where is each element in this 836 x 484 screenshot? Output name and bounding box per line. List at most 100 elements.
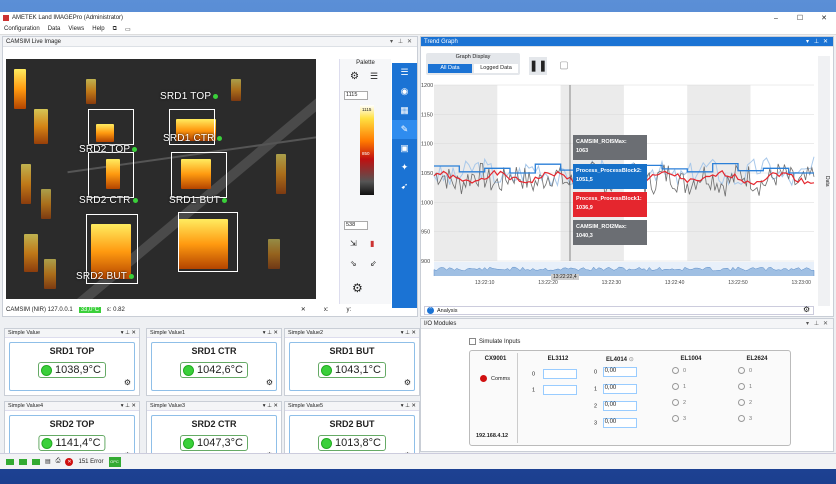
simple-value-header-title: Simple Value1 — [150, 330, 186, 336]
palette-bottom-input[interactable]: 538 — [344, 221, 368, 230]
x-axis-ticks: 13:22:10 13:22:20 13:22:30 13:22:40 13:22:50… — [475, 280, 811, 286]
simple-value-settings-icon[interactable]: ⚙ — [404, 378, 411, 387]
el1004-radio[interactable] — [672, 399, 679, 406]
analysis-settings-icon[interactable]: ⚙ — [803, 305, 810, 314]
menu-data[interactable]: Data — [48, 26, 61, 32]
el1004-row: 2 — [672, 399, 686, 406]
simple-value-menu-icon[interactable]: ▾ ⊥ ✕ — [401, 403, 416, 409]
image-icon[interactable]: ▣ — [392, 139, 417, 158]
y-tick-label: 900 — [421, 259, 430, 265]
unlink-icon[interactable]: ⇙ — [370, 259, 377, 268]
el1004-radio[interactable] — [672, 367, 679, 374]
link-icon[interactable]: ⇘ — [350, 259, 357, 268]
data-side-tab[interactable]: Data — [818, 56, 830, 306]
menu-views[interactable]: Views — [68, 26, 84, 32]
simple-value-menu-icon[interactable]: ▾ ⊥ ✕ — [121, 403, 136, 409]
el2624-radio[interactable] — [738, 367, 745, 374]
grid-icon[interactable]: ▦ — [392, 101, 417, 120]
marker-icon[interactable]: ✦ — [392, 158, 417, 177]
el3112-ch1-input[interactable] — [542, 385, 577, 395]
close-button[interactable]: ✕ — [812, 14, 836, 22]
analysis-toggle-icon[interactable]: ⌃ — [427, 307, 434, 314]
print-icon[interactable]: ⎙ — [56, 458, 61, 465]
el4014-ch-input[interactable]: 0,00 — [602, 367, 637, 377]
trend-close-icon[interactable]: ✕ — [821, 38, 830, 45]
simple-value-label: SRD1 TOP — [49, 346, 95, 356]
simple-value-menu-icon[interactable]: ▾ ⊥ ✕ — [401, 330, 416, 336]
menu-icon[interactable]: ☰ — [392, 63, 417, 82]
window-title: AMETEK Land IMAGEPro (Administrator) — [12, 15, 124, 21]
simple-value-menu-icon[interactable]: ▾ ⊥ ✕ — [121, 330, 136, 336]
io-menu-icon[interactable]: ▾ — [803, 320, 812, 327]
cross-icon[interactable]: ✕ — [301, 306, 306, 313]
menu-help[interactable]: Help — [92, 26, 104, 32]
el4014-config-icon[interactable]: ⊙ — [629, 357, 634, 363]
trend-pin-icon[interactable]: ⊥ — [812, 38, 821, 45]
tab-all-data[interactable]: All Data — [428, 64, 472, 73]
tab-logged-data[interactable]: Logged Data — [474, 64, 518, 73]
minimize-button[interactable]: – — [764, 15, 788, 22]
el4014-ch-input[interactable]: 0,00 — [602, 401, 637, 411]
opc-icon[interactable]: OPC — [108, 456, 121, 467]
el4014-ch-input[interactable]: 0,00 — [602, 418, 637, 428]
io-close-icon[interactable]: ✕ — [821, 320, 830, 327]
menu-configuration[interactable]: Configuration — [4, 26, 40, 32]
analysis-bar[interactable]: ⌃ Analysis — [424, 306, 814, 315]
graph-display-group: Graph Display All Data Logged Data — [426, 53, 520, 75]
y-axis-ticks: 1200 1150 1100 1050 1000 950 900 — [421, 83, 433, 265]
roi-srd2-top-box[interactable] — [88, 152, 134, 198]
cursor-time-label: 13:22:22,4 — [551, 274, 579, 280]
simple-value-menu-icon[interactable]: ▾ ⊥ ✕ — [263, 403, 278, 409]
el3112-ch0-input[interactable] — [542, 369, 577, 379]
pause-button[interactable]: ❚❚ — [529, 57, 547, 75]
palette-grid-icon[interactable]: ⚙ — [350, 71, 359, 82]
error-icon[interactable]: ✕ — [65, 457, 74, 466]
comms-status: Comms — [480, 375, 510, 382]
y-tick-label: 1050 — [421, 171, 433, 177]
simulate-label: Simulate Inputs — [479, 338, 521, 345]
el2624-radio[interactable] — [738, 399, 745, 406]
export-icon[interactable]: ▢ — [556, 57, 572, 75]
simulate-inputs[interactable]: Simulate Inputs — [469, 338, 520, 345]
save-icon[interactable]: ▤ — [45, 458, 51, 465]
el1004-radio[interactable] — [672, 383, 679, 390]
roi-srd1-but-box[interactable] — [171, 152, 227, 198]
roi-srd1-top-box[interactable] — [88, 109, 134, 145]
simple-value-reading: 1047,3°C — [180, 435, 248, 451]
el1004-ch-label: 2 — [683, 399, 687, 406]
simple-value-settings-icon[interactable]: ⚙ — [124, 378, 131, 387]
palette-list-icon[interactable]: ☰ — [370, 71, 378, 82]
maximize-button[interactable]: ☐ — [788, 14, 812, 22]
simulate-checkbox[interactable] — [469, 338, 476, 345]
palette-settings-icon[interactable]: ⚙ — [352, 281, 363, 295]
io-pin-icon[interactable]: ⊥ — [812, 320, 821, 327]
comms-label: Comms — [491, 375, 510, 382]
el4014-ch-input[interactable]: 0,00 — [602, 384, 637, 394]
el2624-module: EL2624 0 1 2 3 — [732, 353, 782, 443]
error-count[interactable]: 151 Error — [78, 459, 103, 465]
simple-value-menu-icon[interactable]: ▾ ⊥ ✕ — [263, 330, 278, 336]
el2624-ch-label: 3 — [749, 415, 753, 422]
pin-icon[interactable]: ⊥ — [396, 38, 405, 45]
el1004-radio[interactable] — [672, 415, 679, 422]
tooltip-series-value: 1040,3 — [576, 233, 593, 239]
simple-value-settings-icon[interactable]: ⚙ — [266, 378, 273, 387]
trend-menu-icon[interactable]: ▾ — [803, 38, 812, 45]
panel-close-icon[interactable]: ✕ — [405, 38, 414, 45]
cursor-tool-icon[interactable]: ✎ — [392, 120, 417, 139]
palette-top-input[interactable]: 1115 — [344, 91, 368, 100]
status-led-icon — [321, 437, 332, 449]
layout-icon[interactable]: ⧉ — [113, 26, 117, 33]
palette-panel: Palette ⚙ ☰ 1115 1115 850 538 ⇲ ▮ ⇘ ⇙ ⚙ — [339, 59, 391, 304]
monitor-icon[interactable]: ▭ — [125, 26, 131, 33]
play-icon[interactable]: ◉ — [392, 82, 417, 101]
zoom-icon[interactable]: ⇲ — [350, 239, 357, 248]
color-icon[interactable]: ▮ — [370, 239, 374, 248]
panel-menu-icon[interactable]: ▾ — [387, 38, 396, 45]
roi-srd2-but-box[interactable] — [178, 212, 238, 272]
el2624-radio[interactable] — [738, 415, 745, 422]
camsim-panel-title: CAMSIM Live Image — [6, 38, 62, 45]
thermal-image[interactable]: SRD1 TOP SRD1 CTR SRD1 BUT SRD2 TOP SRD2… — [6, 59, 316, 299]
el2624-radio[interactable] — [738, 383, 745, 390]
pointer-icon[interactable]: ➹ — [392, 177, 417, 196]
